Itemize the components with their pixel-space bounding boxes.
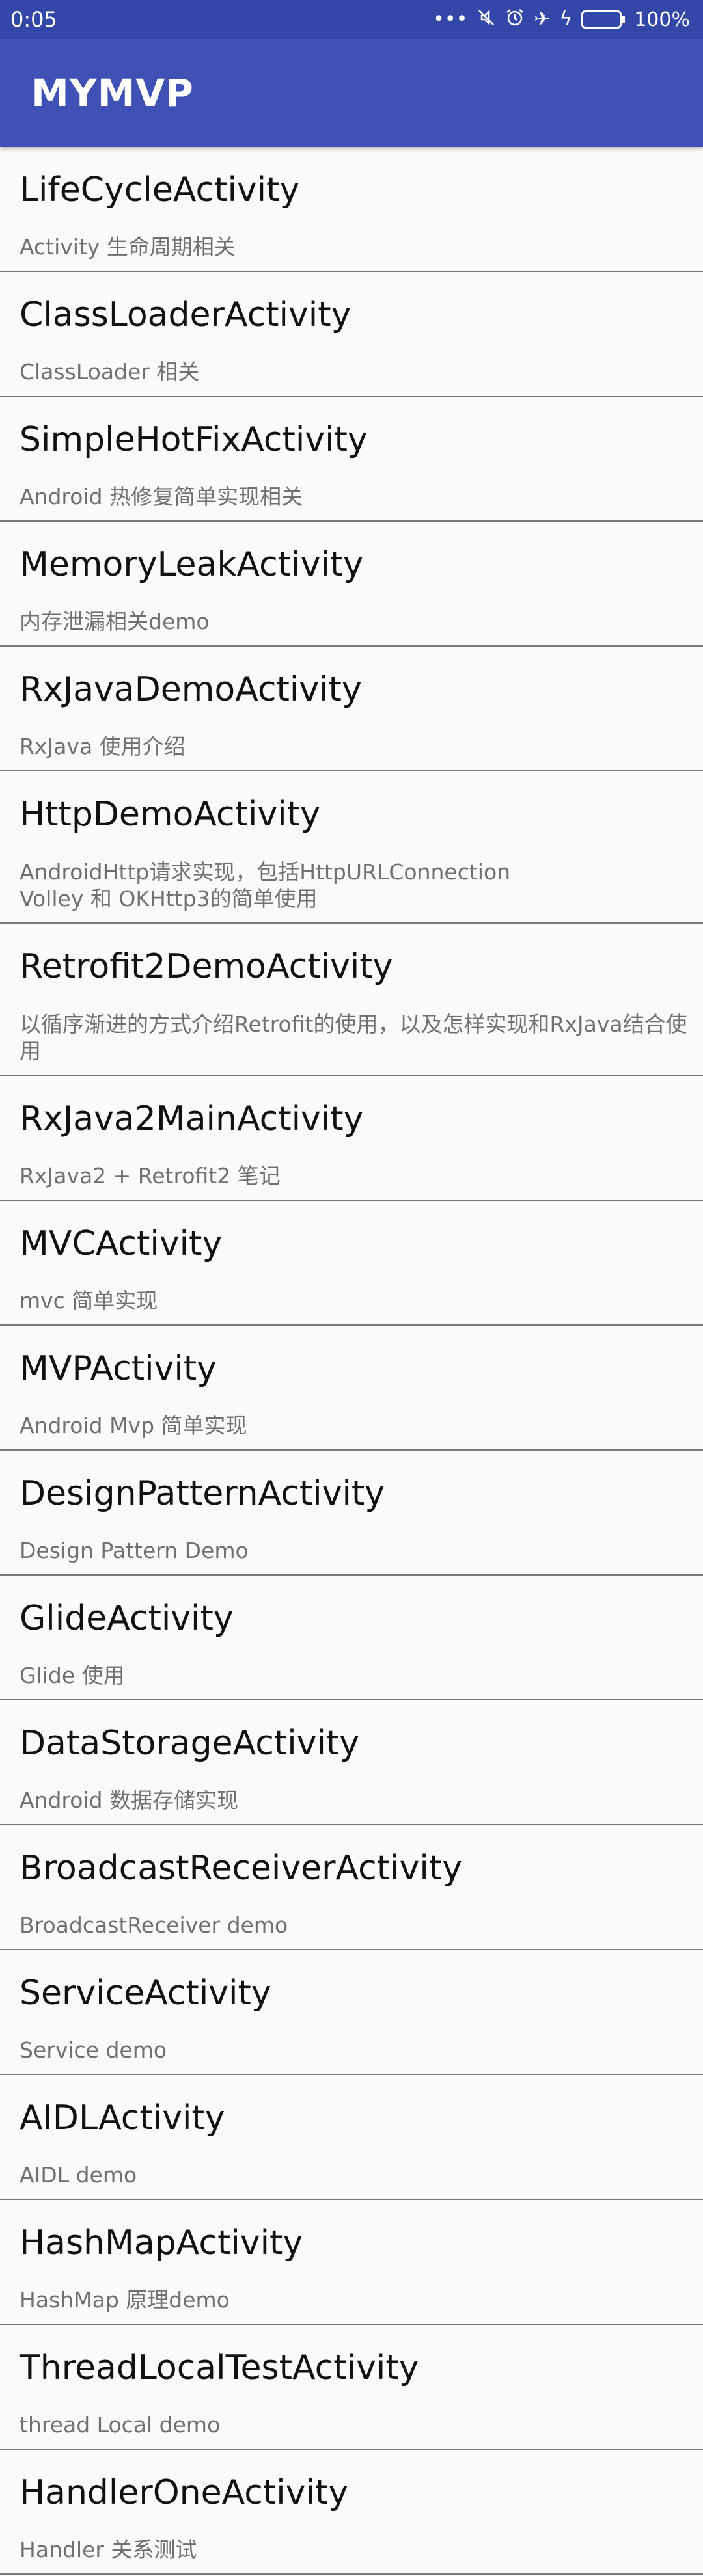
item-title: LifeCycleActivity bbox=[20, 170, 300, 209]
item-title: MemoryLeakActivity bbox=[20, 545, 363, 584]
item-title: MVPActivity bbox=[20, 1349, 217, 1388]
mute-icon bbox=[476, 8, 496, 31]
activity-list: LifeCycleActivity Activity 生命周期相关 ClassLo… bbox=[0, 147, 703, 2575]
list-item[interactable]: HttpDemoActivity AndroidHttp请求实现，包括HttpUR… bbox=[0, 771, 703, 924]
battery-percent: 100% bbox=[634, 8, 690, 31]
list-item[interactable]: DataStorageActivity Android 数据存储实现 bbox=[0, 1700, 703, 1825]
list-item[interactable]: RxJavaDemoActivity RxJava 使用介绍 bbox=[0, 647, 703, 771]
item-title: ThreadLocalTestActivity bbox=[20, 2348, 419, 2387]
list-item[interactable]: BroadcastReceiverActivity BroadcastReceiv… bbox=[0, 1825, 703, 1950]
item-description: thread Local demo bbox=[20, 2412, 221, 2437]
list-item[interactable]: LifeCycleActivity Activity 生命周期相关 bbox=[0, 147, 703, 272]
list-item[interactable]: ThreadLocalTestActivity thread Local demo bbox=[0, 2325, 703, 2450]
charging-icon: ϟ bbox=[559, 8, 573, 31]
item-description: 内存泄漏相关demo bbox=[20, 609, 210, 634]
list-item[interactable]: Retrofit2DemoActivity 以循序渐进的方式介绍Retrofit的… bbox=[0, 924, 703, 1076]
item-title: MVCActivity bbox=[20, 1224, 223, 1263]
item-title: DesignPatternActivity bbox=[20, 1474, 385, 1513]
list-item[interactable]: HashMapActivity HashMap 原理demo bbox=[0, 2200, 703, 2325]
item-title: ServiceActivity bbox=[20, 1974, 271, 2013]
item-description: Service demo bbox=[20, 2037, 167, 2063]
item-title: HttpDemoActivity bbox=[20, 795, 320, 834]
list-item[interactable]: ClassLoaderActivity ClassLoader 相关 bbox=[0, 272, 703, 397]
item-description: Handler 关系测试 bbox=[20, 2537, 197, 2562]
item-description: mvc 简单实现 bbox=[20, 1288, 158, 1313]
list-item[interactable]: RxJava2MainActivity RxJava2 + Retrofit2 笔… bbox=[0, 1076, 703, 1201]
item-description: HashMap 原理demo bbox=[20, 2287, 230, 2313]
item-title: RxJava2MainActivity bbox=[20, 1099, 364, 1138]
item-title: BroadcastReceiverActivity bbox=[20, 1849, 462, 1888]
item-description: Activity 生命周期相关 bbox=[20, 234, 236, 260]
item-description: Android 数据存储实现 bbox=[20, 1788, 239, 1813]
status-time: 0:05 bbox=[10, 7, 57, 32]
list-item[interactable]: AIDLActivity AIDL demo bbox=[0, 2075, 703, 2200]
list-item[interactable]: GlideActivity Glide 使用 bbox=[0, 1576, 703, 1700]
item-description: 以循序渐进的方式介绍Retrofit的使用，以及怎样实现和RxJava结合使用 bbox=[20, 1012, 687, 1064]
item-title: DataStorageActivity bbox=[20, 1724, 360, 1763]
item-description: Design Pattern Demo bbox=[20, 1538, 249, 1563]
list-item[interactable]: MemoryLeakActivity 内存泄漏相关demo bbox=[0, 522, 703, 647]
item-title: AIDLActivity bbox=[20, 2099, 225, 2138]
item-description: Android Mvp 简单实现 bbox=[20, 1413, 247, 1438]
battery-icon bbox=[581, 10, 626, 29]
item-title: ClassLoaderActivity bbox=[20, 295, 352, 334]
list-item[interactable]: HandlerOneActivity Handler 关系测试 bbox=[0, 2450, 703, 2575]
alarm-icon bbox=[505, 8, 525, 31]
list-item[interactable]: MVCActivity mvc 简单实现 bbox=[0, 1201, 703, 1326]
item-description: AndroidHttp请求实现，包括HttpURLConnection Voll… bbox=[20, 859, 511, 911]
airplane-mode-icon: ✈ bbox=[534, 8, 551, 31]
item-title: HandlerOneActivity bbox=[20, 2473, 349, 2512]
item-title: HashMapActivity bbox=[20, 2223, 303, 2262]
item-description: ClassLoader 相关 bbox=[20, 359, 200, 384]
list-item[interactable]: ServiceActivity Service demo bbox=[0, 1950, 703, 2075]
list-item[interactable]: SimpleHotFixActivity Android 热修复简单实现相关 bbox=[0, 397, 703, 522]
item-title: GlideActivity bbox=[20, 1599, 234, 1638]
list-item[interactable]: DesignPatternActivity Design Pattern Demo bbox=[0, 1451, 703, 1576]
item-description: BroadcastReceiver demo bbox=[20, 1912, 288, 1938]
item-description: Android 热修复简单实现相关 bbox=[20, 484, 303, 509]
item-description: RxJava2 + Retrofit2 笔记 bbox=[20, 1163, 281, 1188]
status-bar: 0:05 ••• ✈ ϟ 100% bbox=[0, 0, 703, 39]
item-description: AIDL demo bbox=[20, 2162, 137, 2188]
item-description: Glide 使用 bbox=[20, 1663, 125, 1688]
item-title: RxJavaDemoActivity bbox=[20, 670, 362, 709]
item-title: SimpleHotFixActivity bbox=[20, 420, 368, 459]
more-dots-icon: ••• bbox=[433, 8, 468, 31]
item-title: Retrofit2DemoActivity bbox=[20, 947, 393, 986]
item-description: RxJava 使用介绍 bbox=[20, 734, 186, 759]
app-bar: MYMVP bbox=[0, 39, 703, 147]
app-title: MYMVP bbox=[31, 71, 194, 115]
list-item[interactable]: MVPActivity Android Mvp 简单实现 bbox=[0, 1326, 703, 1451]
status-icons: ••• ✈ ϟ 100% bbox=[433, 8, 690, 31]
